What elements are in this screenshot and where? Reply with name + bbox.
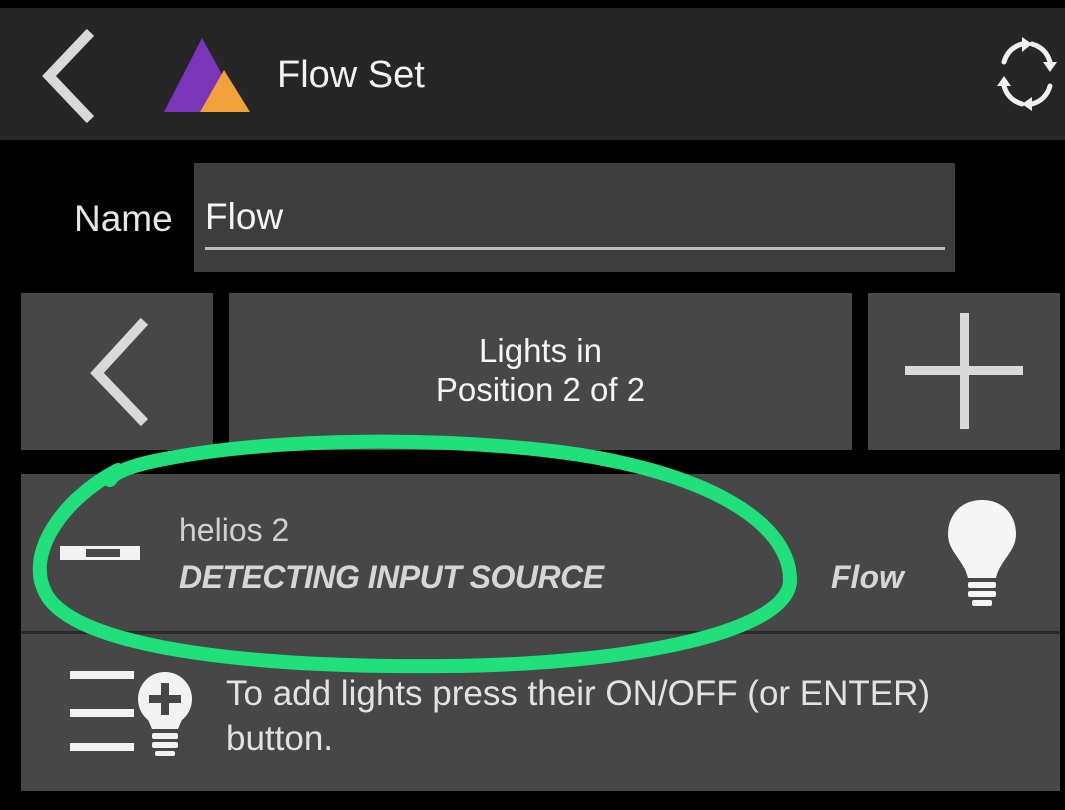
position-text: Lights in Position 2 of 2 [229,331,852,409]
light-name: helios 2 [179,512,290,548]
light-list-item[interactable] [21,474,1060,631]
position-line-2: Position 2 of 2 [435,371,646,408]
chevron-left-icon [42,28,95,124]
name-input-value[interactable]: Flow [205,194,283,240]
light-mode: Flow [831,559,904,595]
signal-bar-icon [60,546,140,560]
sync-button[interactable] [988,36,1064,112]
add-lights-hint-text: To add lights press their ON/OFF (or ENT… [226,674,931,758]
list-add-light-icon [68,665,198,757]
page-title: Flow Set [277,54,425,96]
name-label: Name [74,198,173,239]
sync-icon [997,37,1057,111]
back-button[interactable] [35,28,101,124]
previous-position-button[interactable] [21,293,213,450]
plus-icon [905,313,1023,429]
add-position-button[interactable] [868,293,1060,450]
app-logo-icon [160,34,252,116]
light-status: DETECTING INPUT SOURCE [179,559,604,595]
position-line-1: Lights in [479,332,602,369]
chevron-left-icon [90,317,149,427]
name-input[interactable] [194,163,955,272]
lightbulb-icon[interactable] [946,498,1018,610]
name-input-underline [205,247,945,250]
